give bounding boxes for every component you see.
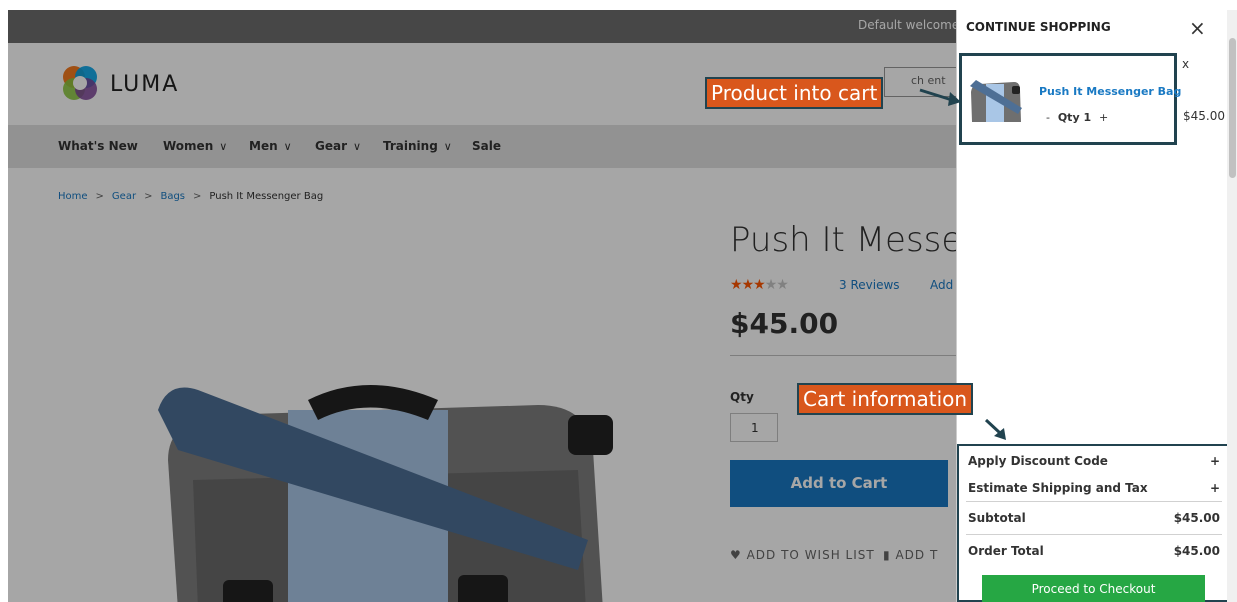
- qty-increase-button[interactable]: +: [1099, 111, 1108, 124]
- annotation-cart-information: Cart information: [797, 383, 974, 415]
- proceed-to-checkout-button[interactable]: Proceed to Checkout: [982, 575, 1205, 602]
- cart-item: Push It Messenger Bag - Qty 1 +: [959, 53, 1181, 145]
- subtotal-value: $45.00: [1173, 511, 1220, 525]
- plus-icon[interactable]: +: [1210, 481, 1220, 495]
- minicart-sidebar: CONTINUE SHOPPING × Push It Messenger Ba…: [956, 10, 1237, 602]
- subtotal-label: Subtotal: [968, 511, 1026, 525]
- apply-discount-code-toggle[interactable]: Apply Discount Code: [968, 454, 1108, 468]
- remove-item-button[interactable]: x: [1182, 57, 1189, 71]
- divider: [966, 501, 1222, 502]
- annotation-product-into-cart: Product into cart: [705, 77, 884, 109]
- order-total-value: $45.00: [1173, 544, 1220, 558]
- divider: [966, 534, 1222, 535]
- scrollbar[interactable]: [1227, 10, 1237, 602]
- arrow-icon: [984, 418, 1006, 440]
- cart-item-qty: - Qty 1 +: [1046, 111, 1108, 124]
- plus-icon[interactable]: +: [1210, 454, 1220, 468]
- scrollbar-thumb[interactable]: [1229, 38, 1236, 178]
- estimate-shipping-toggle[interactable]: Estimate Shipping and Tax: [968, 481, 1148, 495]
- qty-decrease-button[interactable]: -: [1046, 111, 1050, 124]
- continue-shopping-link[interactable]: CONTINUE SHOPPING: [966, 20, 1111, 34]
- cart-item-image[interactable]: [968, 76, 1024, 124]
- cart-summary: Apply Discount Code + Estimate Shipping …: [957, 444, 1237, 602]
- close-icon[interactable]: ×: [1189, 16, 1206, 40]
- qty-value: Qty 1: [1057, 111, 1092, 124]
- arrow-icon: [919, 88, 961, 106]
- order-total-label: Order Total: [968, 544, 1044, 558]
- cart-item-name-link[interactable]: Push It Messenger Bag: [1039, 85, 1181, 98]
- cart-item-price: $45.00: [1183, 109, 1225, 123]
